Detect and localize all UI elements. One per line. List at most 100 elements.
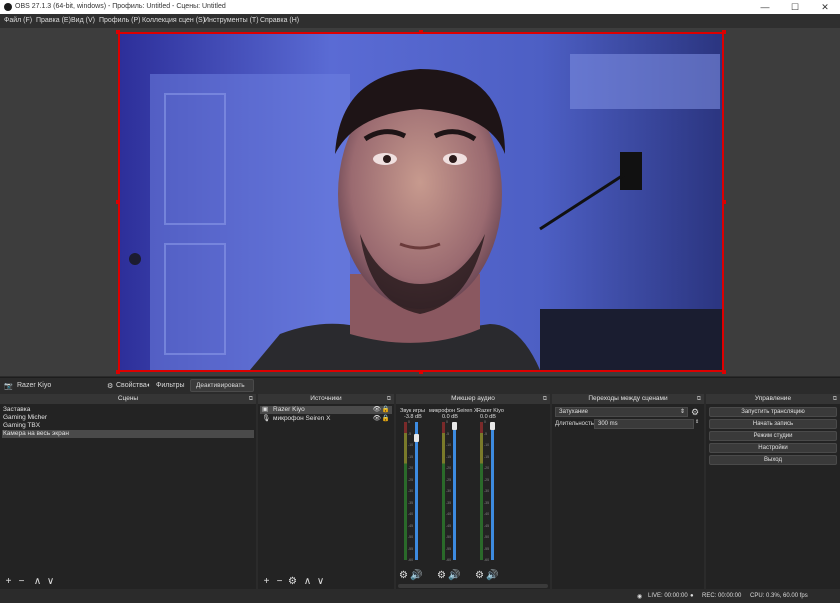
menu-scene-collection[interactable]: Коллекция сцен (S): [142, 17, 205, 24]
speaker-icon[interactable]: 🔊: [448, 570, 460, 581]
camera-icon: 📷: [4, 383, 13, 390]
filters-button[interactable]: Фильтры: [156, 382, 185, 389]
meter-tick-label: -50: [446, 535, 452, 539]
lock-icon[interactable]: 🔒: [382, 406, 390, 414]
scenes-dock: Сцены ⧉ Заставка Gaming Micher Gaming TB…: [0, 394, 256, 589]
meter-tick-label: -10: [484, 443, 490, 447]
resize-handle[interactable]: [116, 370, 120, 374]
studio-mode-button[interactable]: Режим студии: [709, 431, 837, 441]
meter-tick-label: -60: [446, 558, 452, 562]
meter-tick-label: -10: [446, 443, 452, 447]
transitions-header: Переходы между сценами ⧉: [552, 394, 704, 404]
controls-title: Управление: [754, 395, 792, 402]
scene-item-selected[interactable]: Камера на весь экран: [2, 430, 254, 438]
scene-item[interactable]: Gaming Micher: [2, 414, 254, 422]
meter-tick-label: -30: [408, 489, 414, 493]
meter-tick-label: -55: [484, 546, 490, 551]
gear-icon[interactable]: ⚙: [436, 570, 447, 581]
add-icon[interactable]: +: [3, 576, 14, 587]
eye-icon[interactable]: 👁: [373, 406, 381, 414]
source-item-selected[interactable]: ▣ Razer Kiyo 👁 🔒: [260, 406, 392, 414]
menu-edit[interactable]: Правка (E): [36, 17, 71, 24]
minimize-button[interactable]: —: [750, 0, 780, 14]
meter-tick-label: 0: [408, 420, 410, 424]
maximize-button[interactable]: ☐: [780, 0, 810, 14]
resize-handle[interactable]: [722, 200, 726, 204]
gear-icon[interactable]: ⚙: [398, 570, 409, 581]
meter-tick-label: -50: [484, 535, 490, 539]
rec-icon: ●: [690, 593, 694, 599]
live-icon: ◉: [637, 594, 643, 600]
speaker-icon[interactable]: 🔊: [486, 570, 498, 581]
add-icon[interactable]: +: [261, 576, 272, 587]
volume-meter: [480, 422, 483, 560]
meter-tick-label: -15: [484, 454, 490, 459]
meter-tick-label: -55: [446, 546, 452, 551]
scene-item[interactable]: Заставка: [2, 406, 254, 414]
source-label: микрофон Seiren X: [273, 415, 331, 422]
undock-icon[interactable]: ⧉: [697, 394, 701, 404]
move-up-icon[interactable]: ∧: [302, 576, 313, 587]
exit-button[interactable]: Выход: [709, 455, 837, 465]
scene-item[interactable]: Gaming TBX: [2, 422, 254, 430]
undock-icon[interactable]: ⧉: [387, 394, 391, 404]
meter-tick-label: -15: [446, 454, 452, 459]
settings-button[interactable]: Настройки: [709, 443, 837, 453]
preview-area[interactable]: [0, 28, 840, 376]
mixer-header: Микшер аудио ⧉: [396, 394, 550, 404]
resize-handle[interactable]: [116, 30, 120, 34]
menu-view[interactable]: Вид (V): [71, 17, 95, 24]
remove-icon[interactable]: −: [16, 576, 27, 587]
move-down-icon[interactable]: ∨: [315, 576, 326, 587]
spinner-icon[interactable]: ⇕: [695, 419, 699, 425]
meter-tick-label: -45: [408, 523, 414, 528]
close-button[interactable]: ✕: [810, 0, 840, 14]
resize-handle[interactable]: [722, 30, 726, 34]
meter-tick-label: -40: [484, 512, 490, 516]
menu-file[interactable]: Файл (F): [4, 17, 32, 24]
menu-help[interactable]: Справка (H): [260, 17, 299, 24]
deactivate-button[interactable]: Деактивировать: [190, 379, 254, 392]
source-item[interactable]: 🎙 микрофон Seiren X 👁 🔒: [260, 415, 392, 423]
move-up-icon[interactable]: ∧: [32, 576, 43, 587]
speaker-icon[interactable]: 🔊: [410, 570, 422, 581]
menu-tools[interactable]: Инструменты (T): [204, 17, 259, 24]
meter-tick-label: 0: [446, 420, 448, 424]
resize-handle[interactable]: [419, 370, 423, 374]
sources-dock: Источники ⧉ ▣ Razer Kiyo 👁 🔒 🎙 микрофон …: [258, 394, 394, 589]
meter-tick-label: -20: [446, 466, 452, 470]
meter-scale: 0 -5 -10 -15 -20 -25 -30 -35 -40 -45 -50 -55 -60: [446, 420, 456, 562]
resize-handle[interactable]: [419, 30, 423, 34]
spinner-icon: ⇕: [679, 409, 685, 415]
undock-icon[interactable]: ⧉: [833, 394, 837, 404]
scene-transitions-dock: Переходы между сценами ⧉ Затухание ⇕ ⚙ Д…: [552, 394, 704, 589]
scenes-toolbar: + − ∧ ∨: [0, 575, 256, 589]
gear-icon[interactable]: ⚙: [474, 570, 485, 581]
menu-profile[interactable]: Профиль (P): [99, 17, 141, 24]
meter-tick-label: -25: [446, 477, 452, 482]
duration-input[interactable]: 300 ms: [594, 419, 694, 429]
start-streaming-button[interactable]: Запустить трансляцию: [709, 407, 837, 417]
resize-handle[interactable]: [116, 200, 120, 204]
transition-select[interactable]: Затухание ⇕: [555, 407, 688, 417]
mixer-scrollbar[interactable]: [398, 584, 548, 588]
properties-button[interactable]: Свойства: [116, 382, 147, 389]
start-recording-button[interactable]: Начать запись: [709, 419, 837, 429]
gear-icon[interactable]: ⚙: [287, 576, 298, 587]
rec-timer: REC: 00:00:00: [702, 593, 742, 599]
remove-icon[interactable]: −: [274, 576, 285, 587]
lock-icon[interactable]: 🔒: [382, 415, 390, 423]
gear-icon[interactable]: ⚙: [691, 407, 699, 418]
undock-icon[interactable]: ⧉: [249, 394, 253, 404]
meter-tick-label: -30: [484, 489, 490, 493]
meter-tick-label: -15: [408, 454, 414, 459]
eye-icon[interactable]: 👁: [373, 415, 381, 423]
preview-canvas[interactable]: [118, 32, 724, 372]
mixer-title: Микшер аудио: [451, 395, 495, 402]
undock-icon[interactable]: ⧉: [543, 394, 547, 404]
meter-tick-label: -25: [408, 477, 414, 482]
move-down-icon[interactable]: ∨: [45, 576, 56, 587]
meter-tick-label: -60: [484, 558, 490, 562]
resize-handle[interactable]: [722, 370, 726, 374]
meter-tick-label: -5: [446, 431, 450, 436]
